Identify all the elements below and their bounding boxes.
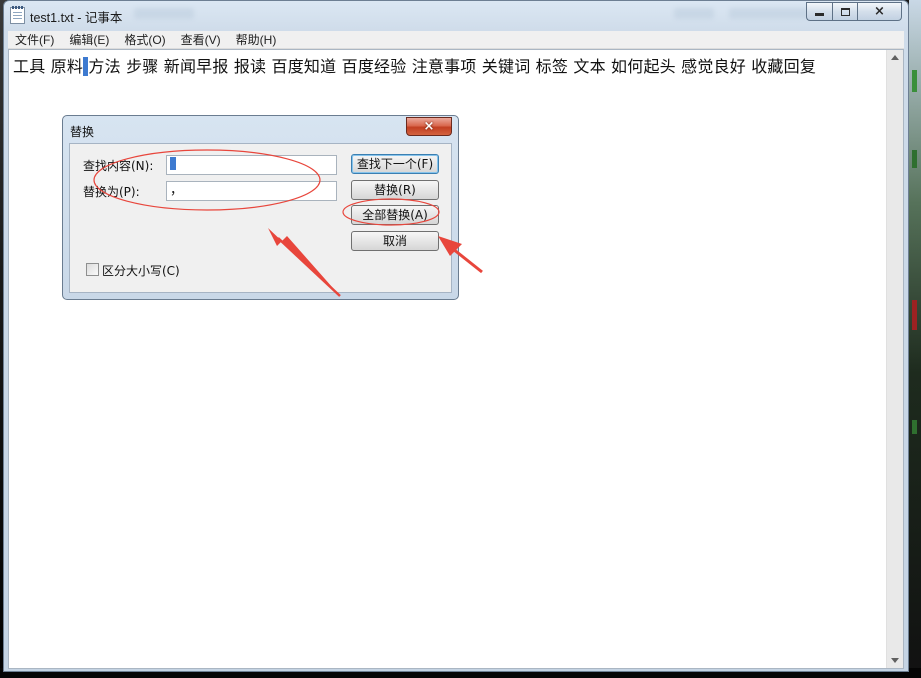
replace-all-button[interactable]: 全部替换(A) [351,205,439,225]
notepad-window: test1.txt - 记事本 × 文件(F) 编辑(E) 格式(O) 查看(V… [3,0,909,672]
dialog-body: 查找内容(N): 替换为(P): ， 区分大小写(C) 查找下一个(F) 替换(… [69,143,452,293]
match-case-label: 区分大小写(C) [102,264,180,278]
window-controls: × [806,2,902,21]
dialog-title: 替换 [70,125,95,139]
maximize-icon [840,7,850,16]
scroll-up-icon[interactable] [891,55,899,60]
find-label: 查找内容(N): [83,159,154,173]
text-caret [170,157,176,170]
window-title: test1.txt - 记事本 [30,11,123,25]
maximize-button[interactable] [832,2,858,21]
vertical-scrollbar[interactable] [886,50,903,668]
replace-dialog: 替换 × 查找内容(N): 替换为(P): ， 区分大小写(C) 查找下一个(F… [62,115,459,300]
blurred-title-region [674,8,714,19]
dialog-close-button[interactable]: × [406,117,452,136]
menu-help[interactable]: 帮助(H) [229,31,285,48]
find-next-button[interactable]: 查找下一个(F) [351,154,439,174]
notepad-icon [10,6,25,24]
close-button[interactable]: × [858,2,902,21]
title-bar[interactable]: test1.txt - 记事本 × [4,1,908,29]
minimize-icon [815,13,824,16]
replace-input[interactable]: ， [166,181,337,201]
replace-label: 替换为(P): [83,185,140,199]
desktop-right-edge [909,0,921,678]
blurred-title-region [134,8,194,19]
match-case-checkbox[interactable] [86,263,99,276]
scroll-down-icon[interactable] [891,658,899,663]
menu-view[interactable]: 查看(V) [174,31,229,48]
minimize-button[interactable] [806,2,832,21]
close-icon: × [874,4,885,19]
blurred-title-region [729,8,809,19]
text-after-selection: 方法 步骤 新闻早报 报读 百度知道 百度经验 注意事项 关键词 标签 文本 如… [88,57,817,76]
menu-format[interactable]: 格式(O) [117,31,173,48]
text-before-selection: 工具 原料 [13,57,84,76]
find-input[interactable] [166,155,337,175]
document-text: 工具 原料 方法 步骤 新闻早报 报读 百度知道 百度经验 注意事项 关键词 标… [13,53,816,77]
menu-file[interactable]: 文件(F) [8,31,62,48]
close-icon: × [423,119,435,134]
replace-button[interactable]: 替换(R) [351,180,439,200]
cancel-button[interactable]: 取消 [351,231,439,251]
menu-edit[interactable]: 编辑(E) [62,31,117,48]
menu-bar: 文件(F) 编辑(E) 格式(O) 查看(V) 帮助(H) [8,31,904,49]
